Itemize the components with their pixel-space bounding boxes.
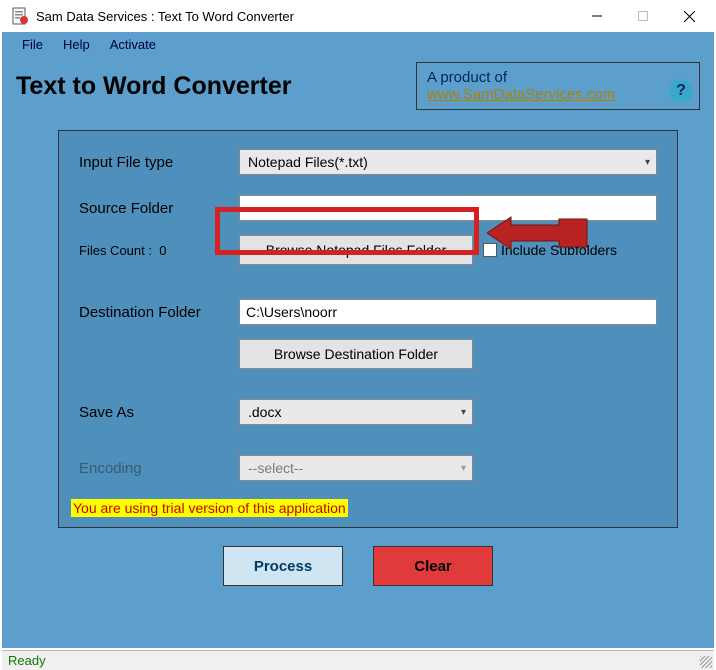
input-file-type-label: Input File type — [79, 154, 239, 171]
action-row: Process Clear — [2, 546, 714, 586]
menu-file[interactable]: File — [12, 35, 53, 54]
titlebar: Sam Data Services : Text To Word Convert… — [0, 0, 716, 32]
save-as-select[interactable]: .docx ▾ — [239, 399, 473, 425]
include-subfolders-label: Include Subfolders — [501, 242, 617, 258]
input-file-type-value: Notepad Files(*.txt) — [248, 154, 368, 170]
browse-destination-button[interactable]: Browse Destination Folder — [239, 339, 473, 369]
files-count-value: 0 — [159, 243, 166, 258]
header-row: Text to Word Converter A product of www.… — [2, 56, 714, 110]
menu-activate[interactable]: Activate — [100, 35, 166, 54]
clear-button[interactable]: Clear — [373, 546, 493, 586]
page-title: Text to Word Converter — [16, 62, 292, 101]
destination-folder-input[interactable]: C:\Users\noorr — [239, 299, 657, 325]
encoding-label: Encoding — [79, 460, 239, 477]
chevron-down-icon: ▾ — [645, 157, 650, 168]
checkbox-icon — [483, 243, 497, 257]
statusbar: Ready — [2, 650, 714, 670]
include-subfolders-checkbox[interactable]: Include Subfolders — [483, 242, 617, 258]
minimize-button[interactable] — [574, 0, 620, 32]
window-title: Sam Data Services : Text To Word Convert… — [36, 9, 574, 24]
input-file-type-select[interactable]: Notepad Files(*.txt) ▾ — [239, 149, 657, 175]
close-button[interactable] — [666, 0, 712, 32]
trial-message: You are using trial version of this appl… — [71, 499, 348, 517]
product-box: A product of www.SamDataServices.com ? — [416, 62, 700, 110]
browse-source-button[interactable]: Browse Notepad Files Folder — [239, 235, 473, 265]
source-folder-label: Source Folder — [79, 200, 239, 217]
destination-folder-label: Destination Folder — [79, 304, 239, 321]
help-icon[interactable]: ? — [669, 79, 693, 103]
save-as-value: .docx — [248, 404, 281, 420]
form-panel: Input File type Notepad Files(*.txt) ▾ S… — [58, 130, 678, 528]
main-area: File Help Activate Text to Word Converte… — [2, 32, 714, 648]
encoding-value: --select-- — [248, 460, 303, 476]
status-text: Ready — [8, 653, 46, 668]
maximize-button[interactable] — [620, 0, 666, 32]
destination-folder-value: C:\Users\noorr — [246, 304, 337, 320]
chevron-down-icon: ▾ — [461, 463, 466, 474]
save-as-label: Save As — [79, 404, 239, 421]
menu-help[interactable]: Help — [53, 35, 100, 54]
encoding-select[interactable]: --select-- ▾ — [239, 455, 473, 481]
app-icon — [10, 6, 30, 26]
product-label: A product of — [427, 69, 689, 86]
product-link[interactable]: www.SamDataServices.com — [427, 86, 615, 103]
files-count-label: Files Count : 0 — [79, 243, 239, 258]
menubar: File Help Activate — [2, 32, 714, 56]
chevron-down-icon: ▾ — [461, 407, 466, 418]
process-button[interactable]: Process — [223, 546, 343, 586]
source-folder-input[interactable] — [239, 195, 657, 221]
window-controls — [574, 0, 712, 32]
